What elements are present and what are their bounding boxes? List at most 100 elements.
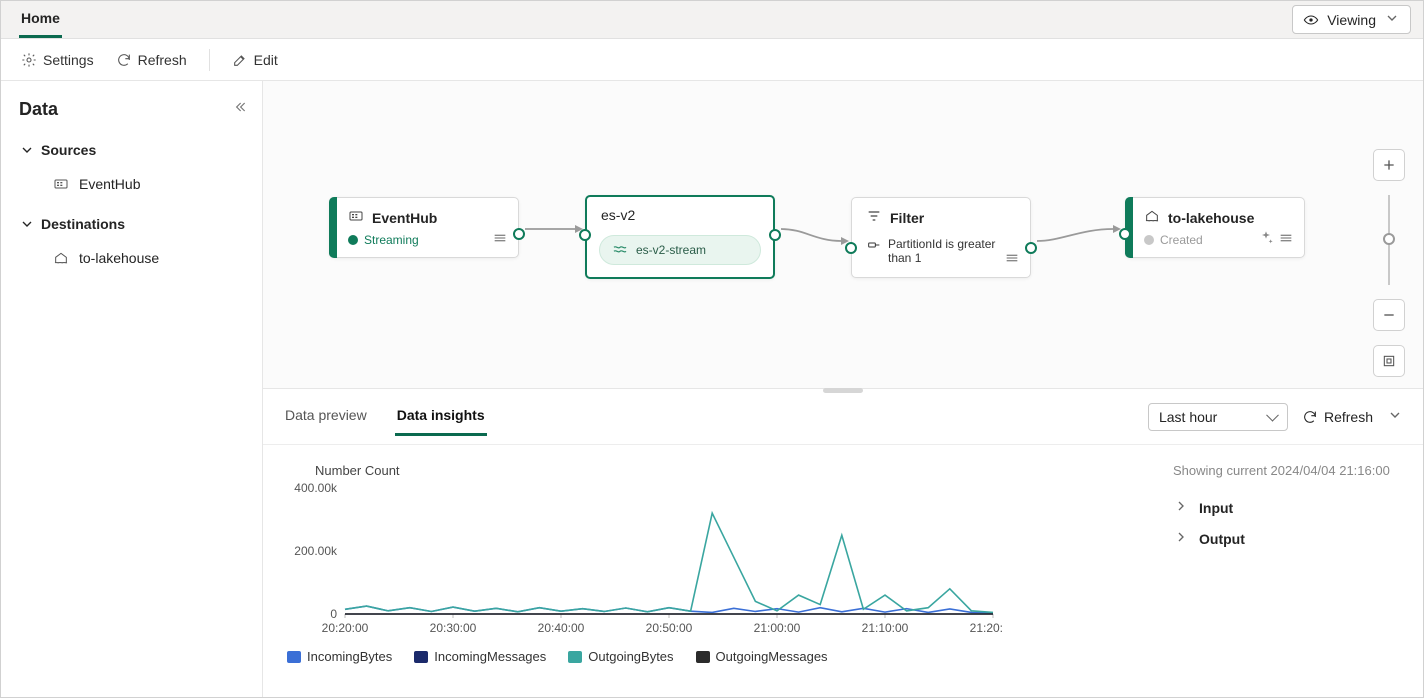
destination-item-lakehouse[interactable]: to-lakehouse	[19, 244, 252, 272]
filter-icon	[866, 208, 882, 227]
lakehouse-icon	[1144, 208, 1160, 227]
side-panel-title: Data	[19, 99, 252, 120]
flow-canvas[interactable]: EventHub Streaming es-v2 es-v2-stream	[263, 81, 1423, 389]
node-eventhub[interactable]: EventHub Streaming	[329, 197, 519, 258]
legend-swatch	[414, 651, 428, 663]
svg-text:21:00:00: 21:00:00	[754, 621, 801, 635]
refresh-button[interactable]: Refresh	[114, 48, 189, 72]
output-port[interactable]	[769, 229, 781, 241]
tab-home[interactable]: Home	[19, 1, 62, 38]
eventhub-icon	[53, 176, 69, 192]
node-more-button[interactable]	[1278, 230, 1294, 249]
view-mode-dropdown[interactable]: Viewing	[1292, 5, 1411, 34]
sources-label: Sources	[41, 142, 96, 158]
svg-text:20:40:00: 20:40:00	[538, 621, 585, 635]
legend-outgoing-messages[interactable]: OutgoingMessages	[696, 649, 828, 664]
svg-text:0: 0	[330, 607, 337, 621]
connector	[519, 221, 589, 241]
accordion-label: Output	[1199, 531, 1245, 547]
node-sink[interactable]: to-lakehouse Created	[1125, 197, 1305, 258]
view-mode-label: Viewing	[1327, 12, 1376, 28]
chart-title: Number Count	[315, 463, 1163, 478]
gear-icon	[21, 52, 37, 68]
accordion-input[interactable]: Input	[1173, 492, 1403, 523]
legend-outgoing-bytes[interactable]: OutgoingBytes	[568, 649, 673, 664]
node-filter[interactable]: Filter PartitionId is greater than 1	[851, 197, 1031, 278]
collapse-panel-button[interactable]	[232, 99, 248, 118]
sources-group-header[interactable]: Sources	[19, 142, 252, 158]
chevron-right-icon	[1173, 498, 1189, 517]
svg-text:21:10:00: 21:10:00	[862, 621, 909, 635]
input-port[interactable]	[1119, 228, 1131, 240]
chevron-right-icon	[1173, 529, 1189, 548]
destination-item-label: to-lakehouse	[79, 250, 159, 266]
chevron-down-icon	[19, 142, 35, 158]
zoom-slider[interactable]	[1388, 195, 1390, 285]
legend-swatch	[696, 651, 710, 663]
zoom-controls	[1373, 149, 1405, 377]
node-title: es-v2	[601, 207, 635, 223]
settings-button[interactable]: Settings	[19, 48, 96, 72]
legend-incoming-messages[interactable]: IncomingMessages	[414, 649, 546, 664]
node-title: to-lakehouse	[1168, 210, 1254, 226]
legend-swatch	[287, 651, 301, 663]
node-accent	[329, 197, 337, 258]
insights-refresh-button[interactable]: Refresh	[1302, 409, 1373, 425]
source-item-eventhub[interactable]: EventHub	[19, 170, 252, 198]
eye-icon	[1303, 12, 1319, 28]
node-status: Streaming	[364, 233, 419, 247]
refresh-icon	[1302, 409, 1318, 425]
eventhub-icon	[348, 208, 364, 227]
showing-timestamp: Showing current 2024/04/04 21:16:00	[1173, 463, 1403, 478]
edit-icon	[232, 52, 248, 68]
node-more-button[interactable]	[1004, 250, 1020, 269]
lakehouse-icon	[53, 250, 69, 266]
side-panel: Data Sources EventHub Destinations	[1, 81, 263, 697]
svg-text:21:20:00: 21:20:00	[970, 621, 1003, 635]
timerange-select[interactable]: Last hour	[1148, 403, 1288, 431]
accordion-output[interactable]: Output	[1173, 523, 1403, 554]
tab-data-insights[interactable]: Data insights	[395, 397, 487, 436]
svg-text:20:50:00: 20:50:00	[646, 621, 693, 635]
zoom-out-button[interactable]	[1373, 299, 1405, 331]
svg-text:20:30:00: 20:30:00	[430, 621, 477, 635]
node-more-button[interactable]	[492, 230, 508, 249]
top-tab-bar: Home Viewing	[1, 1, 1423, 39]
settings-label: Settings	[43, 52, 94, 68]
node-condition: PartitionId is greater than 1	[888, 237, 1018, 265]
chevron-down-icon	[1384, 10, 1400, 29]
status-dot-icon	[348, 235, 358, 245]
input-port[interactable]	[845, 242, 857, 254]
connector	[1031, 221, 1127, 251]
chevron-down-icon[interactable]	[1387, 407, 1403, 426]
node-stream[interactable]: es-v2 es-v2-stream	[585, 195, 775, 279]
svg-text:200.00k: 200.00k	[294, 544, 338, 558]
stream-icon	[612, 242, 628, 258]
refresh-label: Refresh	[138, 52, 187, 68]
connector	[775, 221, 855, 251]
zoom-in-button[interactable]	[1373, 149, 1405, 181]
node-status: Created	[1160, 233, 1203, 247]
edit-button[interactable]: Edit	[230, 48, 280, 72]
insights-chart: 0 200.00k 400.00k 20:20:00 20:30:00 20:40:00 2…	[283, 480, 1003, 640]
timerange-value: Last hour	[1159, 409, 1217, 425]
destinations-group-header[interactable]: Destinations	[19, 216, 252, 232]
toolbar-separator	[209, 49, 210, 71]
stream-pill[interactable]: es-v2-stream	[599, 235, 761, 265]
tab-data-preview[interactable]: Data preview	[283, 397, 369, 436]
svg-text:400.00k: 400.00k	[294, 481, 338, 495]
output-port[interactable]	[513, 228, 525, 240]
node-title: Filter	[890, 210, 924, 226]
chart-legend: IncomingBytes IncomingMessages OutgoingB…	[287, 649, 1163, 664]
input-port[interactable]	[579, 229, 591, 241]
insights-panel: Data preview Data insights Last hour Ref…	[263, 389, 1423, 697]
output-port[interactable]	[1025, 242, 1037, 254]
toolbar: Settings Refresh Edit	[1, 39, 1423, 81]
legend-incoming-bytes[interactable]: IncomingBytes	[287, 649, 392, 664]
insights-refresh-label: Refresh	[1324, 409, 1373, 425]
svg-text:20:20:00: 20:20:00	[322, 621, 369, 635]
stream-pill-label: es-v2-stream	[636, 243, 706, 257]
zoom-fit-button[interactable]	[1373, 345, 1405, 377]
status-dot-icon	[1144, 235, 1154, 245]
zoom-thumb[interactable]	[1383, 233, 1395, 245]
